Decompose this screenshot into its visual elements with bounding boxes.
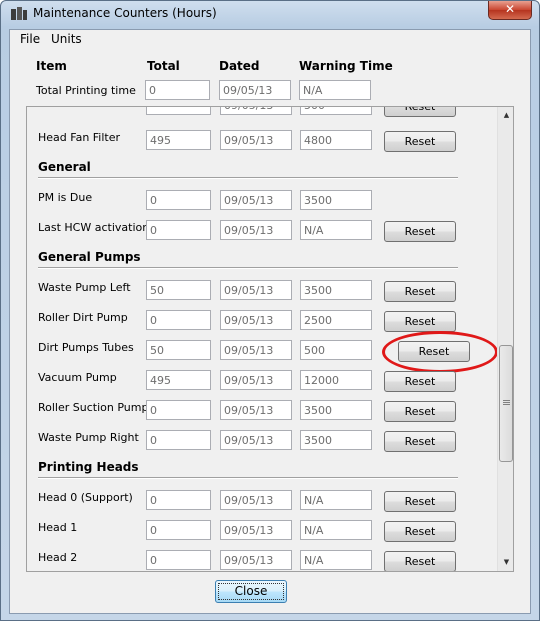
total-field[interactable]: 0	[146, 400, 211, 420]
vertical-scrollbar[interactable]: ▲ ▼	[497, 107, 513, 571]
row-label-vacuum-pump: Vacuum Pump	[38, 371, 117, 384]
dated-field[interactable]: 09/05/13	[220, 107, 292, 115]
dated-field[interactable]: 09/05/13	[220, 130, 292, 150]
warning-field[interactable]: 4800	[300, 130, 372, 150]
warning-field[interactable]: N/A	[299, 80, 371, 100]
warning-field[interactable]: 3500	[300, 430, 372, 450]
warning-field[interactable]: 500	[300, 107, 372, 115]
total-field[interactable]: 50	[146, 280, 211, 300]
total-field[interactable]: 0	[146, 190, 211, 210]
row-label-roller-dirt-pump: Roller Dirt Pump	[38, 311, 128, 324]
column-header-item: Item	[36, 59, 67, 73]
focus-rectangle	[218, 583, 284, 600]
total-field[interactable]: 495	[146, 130, 211, 150]
row-label-head-0-support: Head 0 (Support)	[38, 491, 133, 504]
warning-field[interactable]: N/A	[300, 550, 372, 570]
reset-button[interactable]: Reset	[384, 131, 456, 152]
row-label-head-fan-filter: Head Fan Filter	[38, 131, 121, 144]
dated-field[interactable]: 09/05/13	[220, 220, 292, 240]
row-label-pm-is-due: PM is Due	[38, 191, 93, 204]
scroll-thumb[interactable]	[499, 345, 513, 462]
row-label-head-2: Head 2	[38, 551, 78, 564]
reset-button[interactable]: Reset	[384, 491, 456, 512]
warning-field[interactable]: 3500	[300, 400, 372, 420]
warning-field[interactable]: N/A	[300, 490, 372, 510]
dated-field[interactable]: 09/05/13	[220, 550, 292, 570]
total-field[interactable]: 0	[146, 430, 211, 450]
total-field[interactable]: 50	[146, 340, 211, 360]
dated-field[interactable]: 09/05/13	[220, 400, 292, 420]
row-label-total-printing-time: Total Printing time	[36, 84, 136, 97]
reset-button[interactable]: Reset	[384, 401, 456, 422]
reset-button[interactable]: Reset	[384, 371, 456, 392]
warning-field[interactable]: N/A	[300, 220, 372, 240]
row-label-head-1: Head 1	[38, 521, 78, 534]
dated-field[interactable]: 09/05/13	[220, 190, 292, 210]
warning-field[interactable]: 3500	[300, 280, 372, 300]
column-header-total: Total	[147, 59, 180, 73]
scroll-down-icon[interactable]: ▼	[498, 554, 513, 571]
close-icon[interactable]: ✕	[488, 1, 532, 20]
total-field[interactable]: 0	[146, 310, 211, 330]
warning-field[interactable]: 2500	[300, 310, 372, 330]
row-label-waste-pump-left: Waste Pump Left	[38, 281, 131, 294]
dated-field[interactable]: 09/05/13	[220, 490, 292, 510]
reset-button[interactable]: Reset	[384, 281, 456, 302]
row-label-waste-pump-right: Waste Pump Right	[38, 431, 139, 444]
dated-field[interactable]: 09/05/13	[219, 80, 291, 100]
dated-field[interactable]: 09/05/13	[220, 310, 292, 330]
total-field[interactable]: 0	[146, 220, 211, 240]
warning-field[interactable]: 500	[300, 340, 372, 360]
reset-button[interactable]: Reset	[384, 521, 456, 542]
total-field[interactable]	[146, 107, 211, 115]
maintenance-counters-window: Maintenance Counters (Hours) ✕ File Unit…	[0, 0, 540, 621]
row-label-last-hcw-activation: Last HCW activation	[38, 221, 150, 234]
menu-file[interactable]: File	[20, 32, 40, 46]
highlight-circle	[382, 331, 498, 373]
menu-units[interactable]: Units	[51, 32, 82, 46]
window-title: Maintenance Counters (Hours)	[33, 6, 217, 20]
app-icon	[11, 7, 27, 21]
scroll-up-icon[interactable]: ▲	[498, 107, 513, 124]
row-label-dirt-pumps-tubes: Dirt Pumps Tubes	[38, 341, 134, 354]
reset-button[interactable]: Reset	[384, 107, 456, 117]
reset-button[interactable]: Reset	[384, 551, 456, 571]
reset-button[interactable]: Reset	[384, 221, 456, 242]
dated-field[interactable]: 09/05/13	[220, 340, 292, 360]
column-header-warning: Warning Time	[299, 59, 393, 73]
row-label-roller-suction-pump: Roller Suction Pump	[38, 401, 149, 414]
warning-field[interactable]: 3500	[300, 190, 372, 210]
dated-field[interactable]: 09/05/13	[220, 370, 292, 390]
counters-scroll-panel: 09/05/13 500 Reset Head Fan Filter 495 0…	[26, 106, 514, 572]
section-title-printing-heads: Printing Heads	[38, 460, 139, 474]
section-title-general: General	[38, 160, 91, 174]
dated-field[interactable]: 09/05/13	[220, 430, 292, 450]
section-divider	[38, 177, 458, 179]
total-field[interactable]: 0	[146, 520, 211, 540]
close-button[interactable]: Close	[215, 580, 287, 603]
title-bar: Maintenance Counters (Hours) ✕	[1, 1, 539, 28]
section-divider	[38, 477, 458, 479]
warning-field[interactable]: N/A	[300, 520, 372, 540]
section-title-general-pumps: General Pumps	[38, 250, 141, 264]
dialog-client: File Units Item Total Dated Warning Time…	[9, 29, 531, 614]
total-field[interactable]: 0	[146, 490, 211, 510]
section-divider	[38, 267, 458, 269]
reset-button[interactable]: Reset	[384, 311, 456, 332]
total-field[interactable]: 495	[146, 370, 211, 390]
dated-field[interactable]: 09/05/13	[220, 280, 292, 300]
reset-button[interactable]: Reset	[384, 431, 456, 452]
column-header-dated: Dated	[219, 59, 260, 73]
warning-field[interactable]: 12000	[300, 370, 372, 390]
menu-bar: File Units	[10, 30, 530, 48]
dated-field[interactable]: 09/05/13	[220, 520, 292, 540]
total-field[interactable]: 0	[145, 80, 210, 100]
total-field[interactable]: 0	[146, 550, 211, 570]
